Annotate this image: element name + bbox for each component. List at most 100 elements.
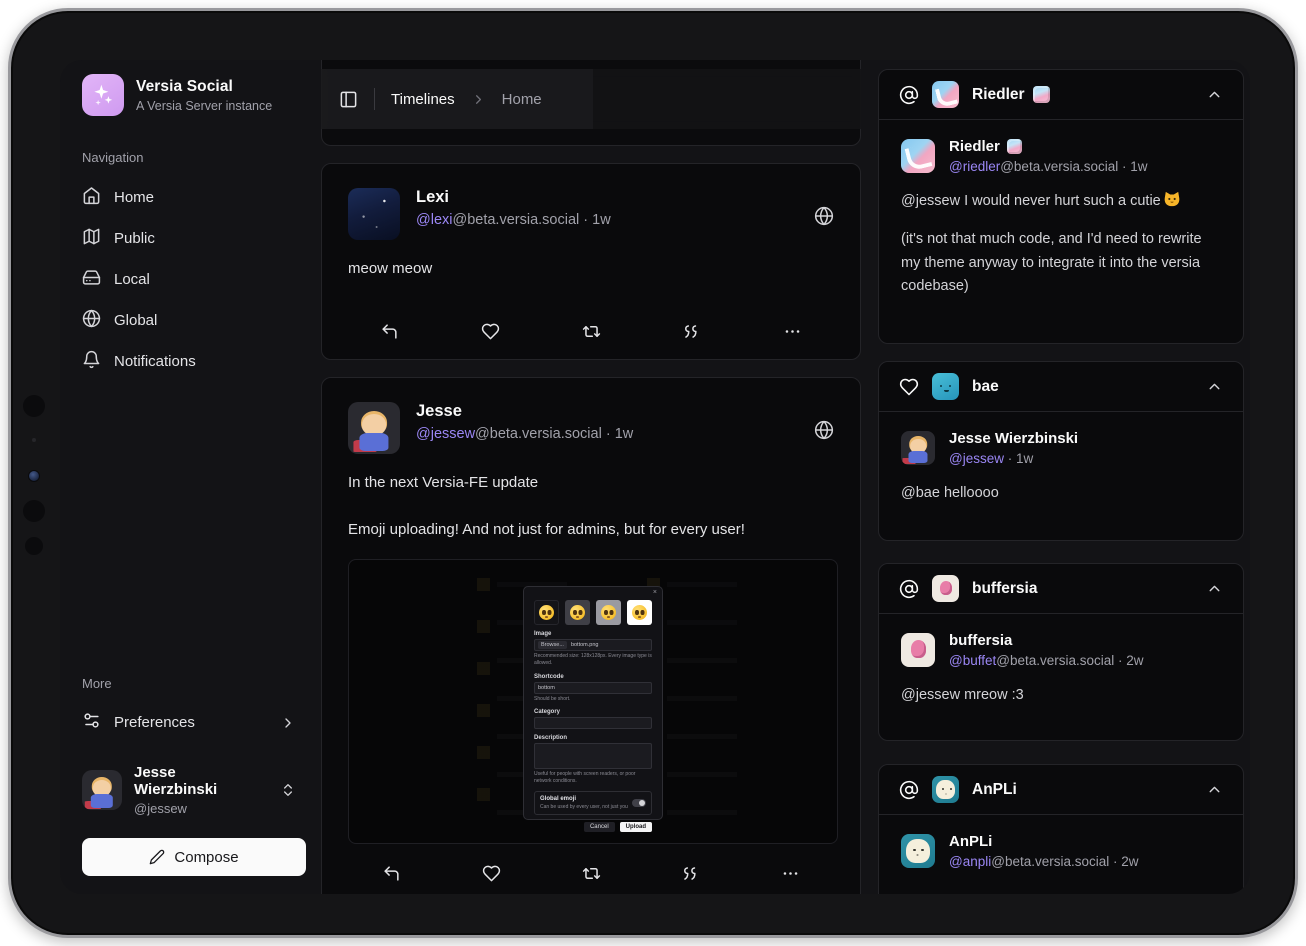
sidebar-toggle-button[interactable] [339,90,358,109]
category-field-label: Category [534,709,652,715]
user-name[interactable]: buffersia [949,632,1144,649]
user-name[interactable]: Riedler [949,138,1148,155]
notification-header[interactable]: buffersia [879,564,1243,614]
image-help-text: Recommended size: 128x128px. Every image… [534,653,652,668]
more-options-button[interactable] [783,322,802,341]
pleading-face-emoji [632,605,647,620]
notifications-column: Riedler Riedler @riedler@beta.versia.soc… [878,60,1244,894]
public-globe-icon [814,206,834,231]
quote-button[interactable] [682,322,701,341]
notification-title: Riedler [972,86,1050,104]
shortcode-help-text: Should be short. [534,696,652,703]
chevron-up-icon[interactable] [1206,86,1223,103]
chevron-right-icon [280,715,296,731]
front-camera-lens [28,470,40,482]
breadcrumb-home[interactable]: Home [502,91,542,108]
sidebar-item-label: Local [114,271,150,288]
user-name[interactable]: Jesse Wierzbinski [949,430,1078,447]
avatar [82,770,122,810]
user-handle[interactable]: @riedler@beta.versia.social · 1w [949,159,1148,174]
brand[interactable]: Versia Social A Versia Server instance [82,74,296,116]
like-button[interactable] [481,322,500,341]
user-handle[interactable]: @buffet@beta.versia.social · 2w [949,653,1144,668]
notification-user: Jesse Wierzbinski @jessew · 1w [901,430,1221,466]
post-author-name[interactable]: Lexi [416,188,611,207]
global-emoji-setting: Global emoji Can be used by every user, … [534,791,652,815]
notification-card: AnPLi AnPLi @anpli@beta.versia.social · … [878,764,1244,894]
post-content: meow meow [348,258,834,281]
at-sign-icon [899,85,919,105]
breadcrumb-timelines[interactable]: Timelines [391,91,455,108]
compose-button[interactable]: Compose [82,838,306,876]
category-input [534,717,652,729]
post-actions [348,864,834,883]
repost-button[interactable] [582,322,601,341]
description-help-text: Useful for people with screen readers, o… [534,771,652,786]
app-screen: Versia Social A Versia Server instance N… [60,60,1250,894]
heart-icon [899,377,919,397]
cancel-button: Cancel [584,822,615,832]
post-content: In the next Versia-FE update Emoji uploa… [348,472,834,541]
avatar[interactable] [348,402,400,454]
chevron-up-icon[interactable] [1206,781,1223,798]
emoji-upload-dialog: × Image Browse...bottom.png Recommended … [523,586,663,820]
map-icon [82,227,101,250]
repost-button[interactable] [582,864,601,883]
compose-label: Compose [174,849,238,866]
description-textarea [534,743,652,769]
avatar[interactable] [901,139,935,173]
post-card: Lexi @lexi@beta.versia.social · 1w meow … [321,163,861,360]
user-handle[interactable]: @anpli@beta.versia.social · 2w [949,854,1139,869]
avatar[interactable] [901,834,935,868]
global-emoji-toggle [632,799,646,807]
home-icon [82,186,101,209]
emoji-preview-light [596,600,621,625]
user-handle[interactable]: @jessew · 1w [949,451,1078,466]
avatar [932,81,959,108]
post-attachment-image[interactable]: × Image Browse...bottom.png Recommended … [348,559,838,844]
sidebar-item-notifications[interactable]: Notifications [82,341,296,382]
avatar[interactable] [901,633,935,667]
image-field-label: Image [534,631,652,637]
sidebar-item-home[interactable]: Home [82,177,296,218]
notification-header[interactable]: AnPLi [879,765,1243,815]
dialog-buttons: Cancel Upload [534,822,652,832]
emoji-preview-white [627,600,652,625]
chevron-up-icon[interactable] [1206,580,1223,597]
account-switcher[interactable]: Jesse Wierzbinski @jessew [82,764,296,816]
timeline-column: Timelines Home Lexi @lexi@beta.versia.so… [318,60,866,894]
account-info: Jesse Wierzbinski @jessew [134,764,256,816]
post-author-block: Jesse @jessew@beta.versia.social · 1w [416,402,633,442]
notification-title: AnPLi [972,781,1017,799]
sidebar-item-public[interactable]: Public [82,218,296,259]
app-subtitle: A Versia Server instance [136,99,272,113]
notification-header[interactable]: Riedler [879,70,1243,120]
bezel-sensor-dot [23,395,45,417]
header-divider [374,88,375,110]
user-name[interactable]: AnPLi [949,833,1139,850]
chevron-up-icon[interactable] [1206,378,1223,395]
account-handle: @jessew [134,801,256,816]
notification-header[interactable]: bae [879,362,1243,412]
quote-button[interactable] [681,864,700,883]
like-button[interactable] [482,864,501,883]
sidebar: Versia Social A Versia Server instance N… [60,60,318,894]
avatar[interactable] [901,431,935,465]
post-author-name[interactable]: Jesse [416,402,633,421]
globe-icon [82,309,101,332]
upload-button: Upload [620,822,652,832]
notification-body: Jesse Wierzbinski @jessew · 1w @bae hell… [879,412,1243,523]
reply-button[interactable] [380,322,399,341]
post-author-handle[interactable]: @jessew@beta.versia.social · 1w [416,426,633,442]
sidebar-item-label: Home [114,189,154,206]
post-header: Jesse @jessew@beta.versia.social · 1w [348,402,834,454]
reply-button[interactable] [382,864,401,883]
post-author-handle[interactable]: @lexi@beta.versia.social · 1w [416,212,611,228]
sidebar-item-local[interactable]: Local [82,259,296,300]
sidebar-item-global[interactable]: Global [82,300,296,341]
avatar[interactable] [348,188,400,240]
more-options-button[interactable] [781,864,800,883]
notification-title: buffersia [972,580,1037,598]
sidebar-item-preferences[interactable]: Preferences [82,703,296,742]
bezel-sensor-dot [32,438,36,442]
